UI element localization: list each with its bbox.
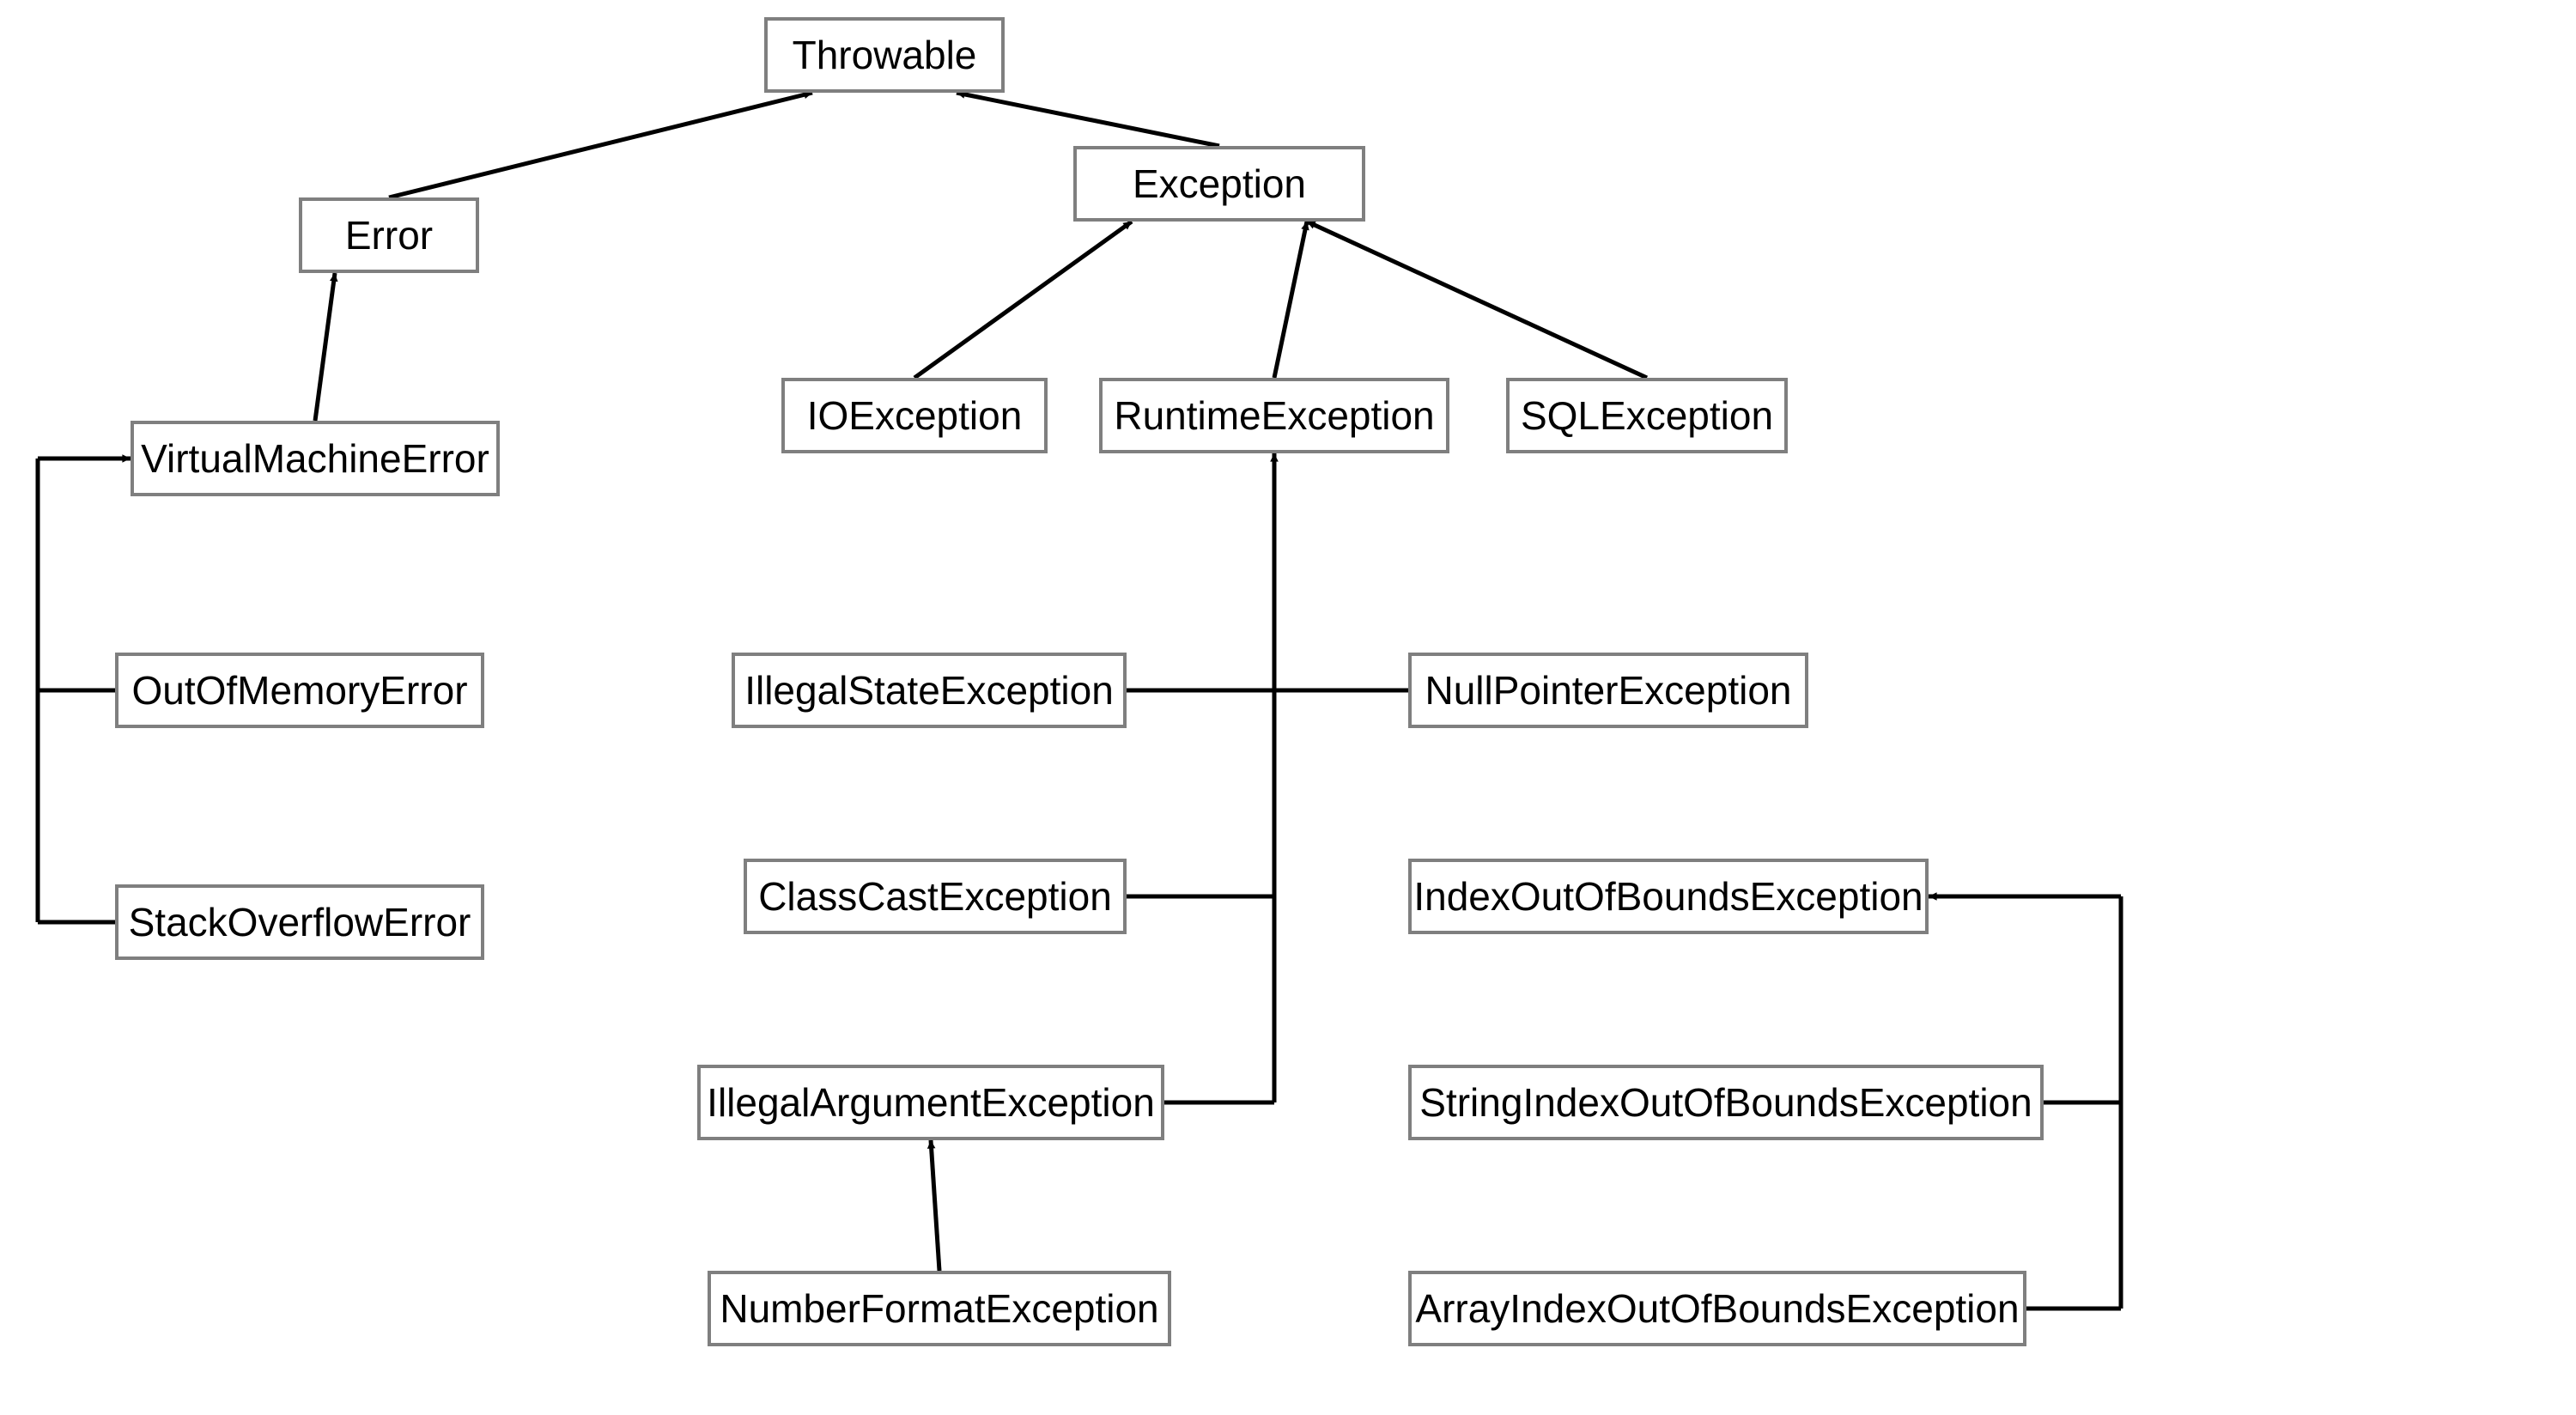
node-label: SQLException <box>1521 392 1773 439</box>
node-runtime-exception: RuntimeException <box>1099 378 1449 453</box>
node-array-index-out-of-bounds-exception: ArrayIndexOutOfBoundsException <box>1408 1271 2026 1346</box>
node-number-format-exception: NumberFormatException <box>708 1271 1171 1346</box>
node-virtual-machine-error: VirtualMachineError <box>131 421 500 496</box>
node-label: IOException <box>807 392 1023 439</box>
node-label: StringIndexOutOfBoundsException <box>1419 1079 2032 1126</box>
node-stack-overflow-error: StackOverflowError <box>115 884 484 960</box>
diagram-canvas: Throwable Error VirtualMachineError OutO… <box>0 0 2576 1415</box>
node-label: Error <box>345 212 433 258</box>
node-illegal-argument-exception: IllegalArgumentException <box>697 1065 1164 1140</box>
node-io-exception: IOException <box>781 378 1048 453</box>
node-label: IllegalArgumentException <box>707 1079 1155 1126</box>
node-label: VirtualMachineError <box>141 435 489 482</box>
node-throwable: Throwable <box>764 17 1005 93</box>
node-label: NumberFormatException <box>720 1285 1158 1332</box>
node-label: ClassCastException <box>758 873 1112 920</box>
node-null-pointer-exception: NullPointerException <box>1408 653 1808 728</box>
node-label: Throwable <box>793 32 977 78</box>
node-out-of-memory-error: OutOfMemoryError <box>115 653 484 728</box>
node-label: RuntimeException <box>1114 392 1434 439</box>
node-label: OutOfMemoryError <box>131 667 467 714</box>
node-error: Error <box>299 197 479 273</box>
node-label: StackOverflowError <box>129 899 471 945</box>
node-label: ArrayIndexOutOfBoundsException <box>1415 1285 2019 1332</box>
node-illegal-state-exception: IllegalStateException <box>732 653 1127 728</box>
node-class-cast-exception: ClassCastException <box>744 859 1127 934</box>
node-sql-exception: SQLException <box>1506 378 1788 453</box>
node-label: NullPointerException <box>1425 667 1791 714</box>
node-exception: Exception <box>1073 146 1365 222</box>
node-index-out-of-bounds-exception: IndexOutOfBoundsException <box>1408 859 1929 934</box>
node-label: Exception <box>1133 161 1306 207</box>
node-label: IllegalStateException <box>744 667 1114 714</box>
node-string-index-out-of-bounds-exception: StringIndexOutOfBoundsException <box>1408 1065 2044 1140</box>
node-label: IndexOutOfBoundsException <box>1413 873 1923 920</box>
